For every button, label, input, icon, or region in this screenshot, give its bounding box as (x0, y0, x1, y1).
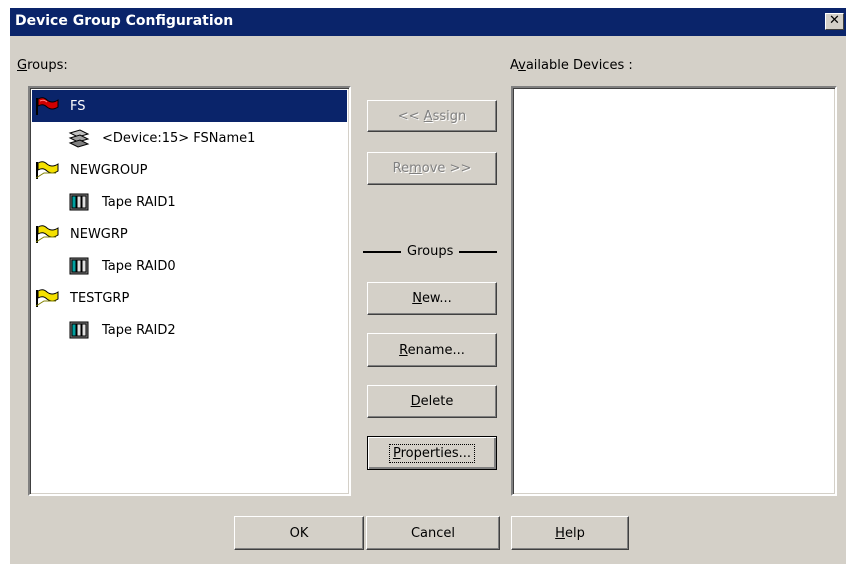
help-button[interactable]: Help (511, 516, 629, 550)
available-devices-label-text: Available Devices : (510, 58, 633, 73)
rename-group-button[interactable]: Rename... (367, 333, 497, 367)
tree-device-item[interactable]: <Device:15> FSName1 (64, 122, 257, 154)
close-icon: ✕ (829, 13, 840, 28)
groups-label: Groups: (17, 58, 68, 73)
tree-device-item[interactable]: Tape RAID0 (64, 250, 178, 282)
ok-label: OK (289, 525, 309, 541)
new-group-button[interactable]: New... (367, 282, 497, 315)
tree-item-label: FS (70, 98, 86, 114)
tree-item-label: Tape RAID2 (102, 322, 176, 338)
rename-label: Rename... (399, 342, 465, 358)
properties-label: Properties... (392, 445, 472, 461)
groups-tree[interactable]: FS <Device:15> FSName1 NEWGROUP Tape RAID1 N… (28, 86, 351, 496)
tree-item-label: TESTGRP (70, 290, 130, 306)
yellow-flag-icon (32, 286, 62, 310)
tree-device-item[interactable]: Tape RAID2 (64, 314, 178, 346)
separator-line-left (363, 250, 401, 253)
red-flag-icon (32, 94, 62, 118)
tape-raid-icon (64, 318, 94, 342)
groups-separator-label: Groups (407, 244, 454, 259)
tree-item-label: NEWGRP (70, 226, 128, 242)
available-devices-label: Available Devices : (510, 58, 633, 73)
separator-line-right (459, 250, 498, 253)
remove-button[interactable]: Remove >> (367, 152, 497, 185)
tree-item-label: NEWGROUP (70, 162, 148, 178)
help-label: Help (555, 525, 585, 541)
tree-item-label: Tape RAID0 (102, 258, 176, 274)
remove-label: Remove >> (392, 161, 472, 176)
ok-button[interactable]: OK (234, 516, 364, 550)
yellow-flag-icon (32, 222, 62, 246)
groups-separator: Groups (363, 244, 498, 259)
network-device-icon (64, 126, 94, 150)
title-bar: Device Group Configuration ✕ (10, 8, 846, 36)
tape-raid-icon (64, 254, 94, 278)
assign-button[interactable]: << Assign (367, 100, 497, 132)
window-title: Device Group Configuration (15, 13, 234, 29)
tree-group-item[interactable]: NEWGROUP (32, 154, 150, 186)
delete-label: Delete (410, 394, 454, 409)
properties-button[interactable]: Properties... (367, 436, 497, 470)
tree-device-item[interactable]: Tape RAID1 (64, 186, 178, 218)
device-group-dialog: Device Group Configuration ✕ Groups: Ava… (10, 8, 846, 564)
tree-group-item[interactable]: TESTGRP (32, 282, 131, 314)
close-button[interactable]: ✕ (825, 13, 844, 30)
delete-group-button[interactable]: Delete (367, 385, 497, 418)
available-devices-list[interactable] (511, 86, 837, 496)
tape-raid-icon (64, 190, 94, 214)
assign-label: << Assign (397, 108, 467, 124)
tree-group-item[interactable]: NEWGRP (32, 218, 130, 250)
new-label: New... (412, 291, 452, 306)
cancel-button[interactable]: Cancel (366, 516, 500, 550)
properties-focus-rect: Properties... (388, 443, 476, 463)
cancel-label: Cancel (410, 525, 456, 541)
tree-item-label: Tape RAID1 (102, 194, 176, 210)
tree-group-item[interactable]: FS (32, 90, 347, 122)
tree-item-label: <Device:15> FSName1 (102, 130, 256, 146)
yellow-flag-icon (32, 158, 62, 182)
groups-label-text: Groups: (17, 58, 68, 73)
